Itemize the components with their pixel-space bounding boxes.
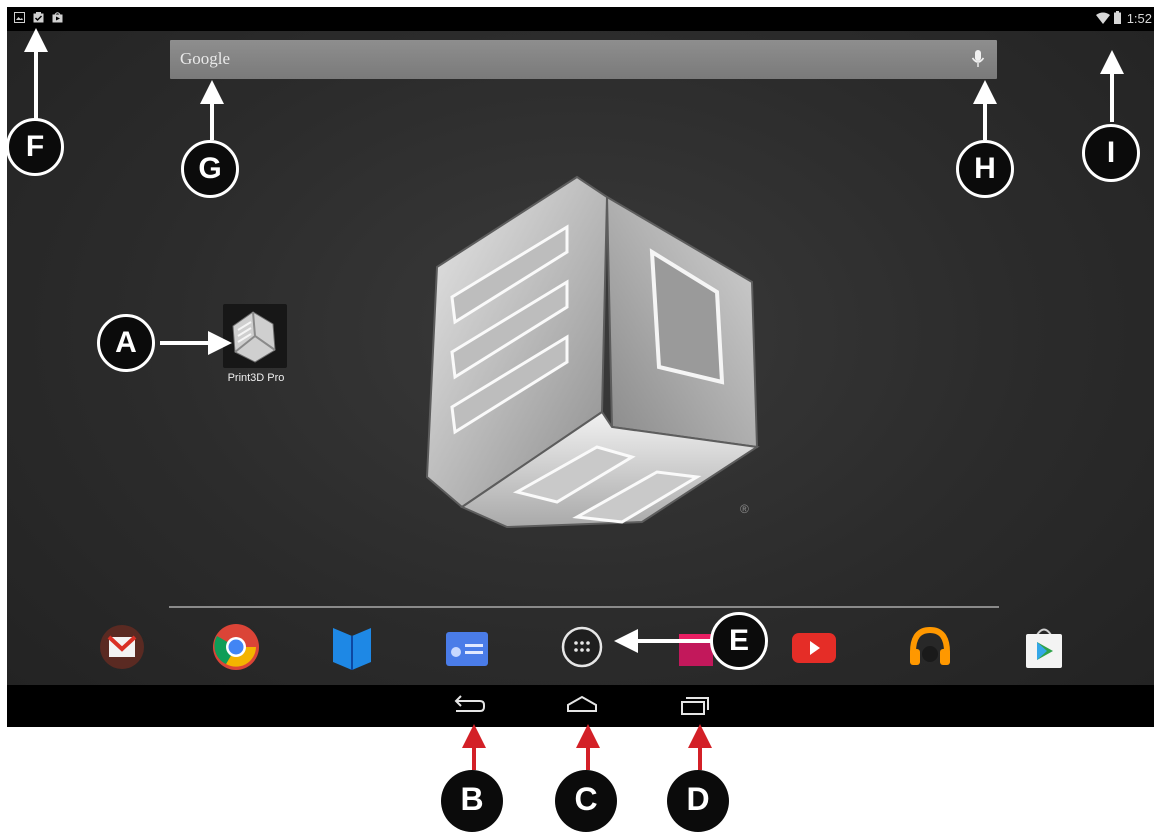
callout-b: B <box>441 770 503 832</box>
callout-d: D <box>667 770 729 832</box>
callout-f: F <box>6 118 64 176</box>
callout-e: E <box>710 612 768 670</box>
callout-h: H <box>956 140 1014 198</box>
callout-c: C <box>555 770 617 832</box>
callout-a: A <box>97 314 155 372</box>
callout-i: I <box>1082 124 1140 182</box>
callout-g: G <box>181 140 239 198</box>
callout-arrows <box>24 28 1124 770</box>
